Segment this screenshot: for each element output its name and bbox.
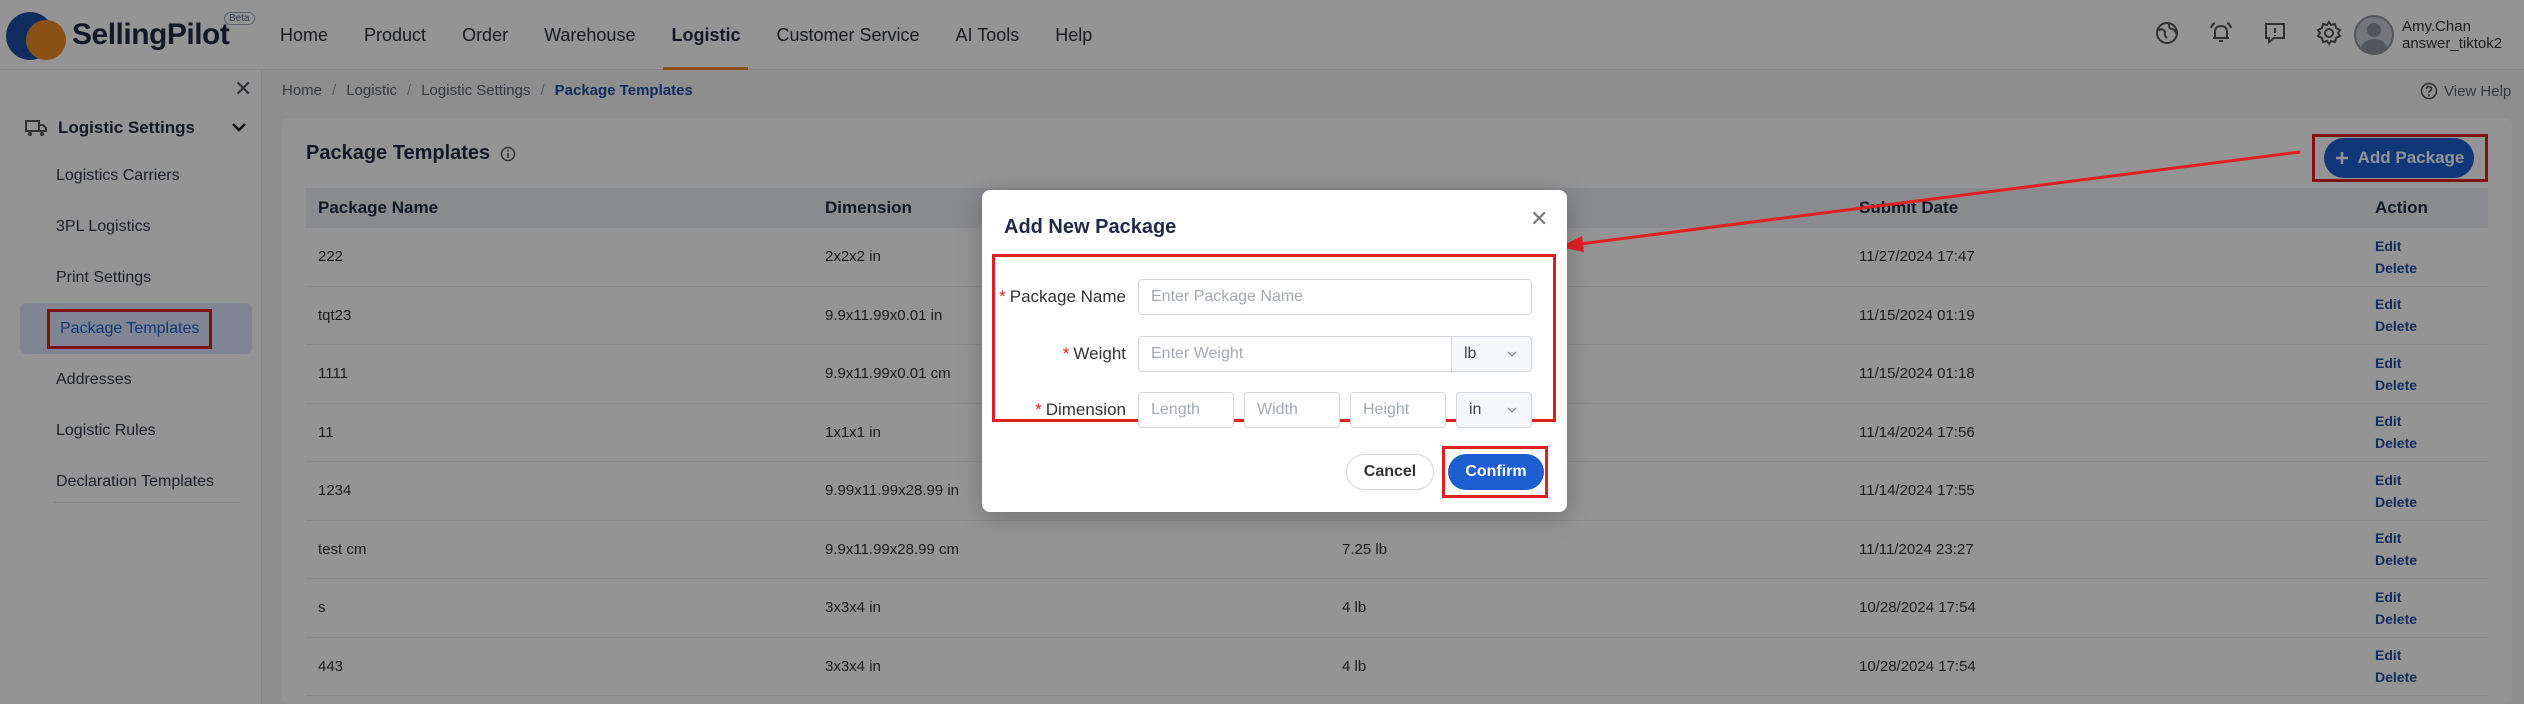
weight-label-text: Weight	[1073, 344, 1126, 363]
weight-unit-value: lb	[1464, 345, 1477, 362]
package-name-input[interactable]: Enter Package Name	[1138, 279, 1532, 315]
dimension-unit-select[interactable]: in	[1456, 392, 1532, 428]
height-input[interactable]: Height	[1350, 392, 1446, 428]
width-input[interactable]: Width	[1244, 392, 1340, 428]
dimension-label: * Dimension	[992, 400, 1138, 420]
form-row-package-name: * Package Name Enter Package Name	[992, 278, 1532, 316]
form-row-dimension: * Dimension Length Width Height in	[992, 391, 1532, 429]
length-input[interactable]: Length	[1138, 392, 1234, 428]
package-name-label-text: Package Name	[1009, 287, 1126, 306]
weight-unit-select[interactable]: lb	[1452, 336, 1532, 372]
package-name-label: * Package Name	[992, 287, 1138, 307]
highlight-box-confirm	[1442, 446, 1548, 498]
add-package-modal: Add New Package ✕ * Package Name Enter Pa…	[982, 190, 1567, 512]
dimension-unit-value: in	[1469, 401, 1482, 418]
required-mark: *	[1035, 400, 1042, 419]
required-mark: *	[999, 287, 1006, 306]
cancel-button[interactable]: Cancel	[1346, 454, 1434, 490]
modal-close-icon[interactable]: ✕	[1530, 206, 1548, 232]
chevron-down-icon	[1507, 407, 1517, 414]
dimension-label-text: Dimension	[1045, 400, 1126, 419]
chevron-down-icon	[1507, 351, 1517, 358]
weight-label: * Weight	[992, 344, 1138, 364]
required-mark: *	[1062, 344, 1070, 363]
weight-input[interactable]: Enter Weight	[1138, 336, 1452, 372]
modal-title: Add New Package	[1004, 216, 1177, 238]
form-row-weight: * Weight Enter Weight lb	[992, 335, 1532, 373]
